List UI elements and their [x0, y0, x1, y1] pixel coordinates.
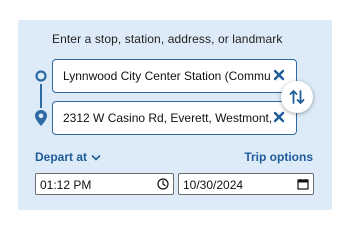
date-input-value: 10/30/2024 [183, 178, 244, 192]
swap-icon [289, 90, 305, 104]
date-input[interactable]: 10/30/2024 [178, 173, 314, 195]
trip-options-link[interactable]: Trip options [244, 150, 313, 164]
time-input-value: 01:12 PM [40, 178, 92, 192]
swap-button[interactable] [281, 81, 313, 113]
destination-field-value: 2312 W Casino Rd, Everett, Westmont, Was [63, 111, 271, 125]
depart-at-label: Depart at [35, 150, 88, 164]
depart-at-dropdown[interactable]: Depart at [35, 150, 101, 164]
origin-field-value: Lynnwood City Center Station (Community [63, 69, 271, 83]
chevron-down-icon [91, 154, 101, 161]
location-pin-icon [35, 110, 47, 126]
instruction-text: Enter a stop, station, address, or landm… [52, 32, 283, 46]
time-input[interactable]: 01:12 PM [35, 173, 174, 195]
route-connector-line [40, 84, 42, 108]
close-icon[interactable] [272, 68, 286, 82]
close-icon[interactable] [272, 110, 286, 124]
origin-circle-icon [35, 70, 47, 82]
calendar-icon[interactable] [297, 178, 309, 190]
origin-field[interactable]: Lynnwood City Center Station (Community [52, 59, 297, 93]
clock-icon[interactable] [157, 178, 169, 190]
destination-field[interactable]: 2312 W Casino Rd, Everett, Westmont, Was [52, 101, 297, 135]
